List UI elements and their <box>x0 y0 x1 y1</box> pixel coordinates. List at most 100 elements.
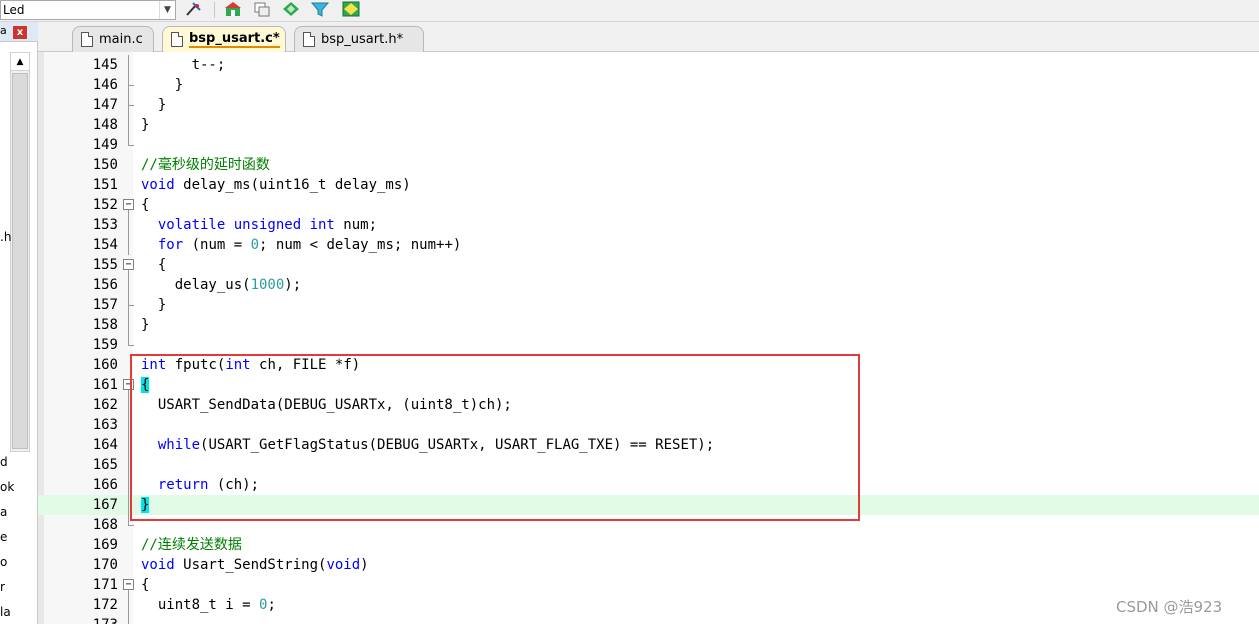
tree-item[interactable]: r <box>0 580 5 594</box>
code-text[interactable]: } <box>141 295 166 315</box>
watermark: CSDN @浩923 <box>1116 598 1223 616</box>
code-editor[interactable]: 145 t--; 146 } 147 } 148} 149 150//毫秒级的延时函数 15… <box>38 52 1259 624</box>
copy-window-icon[interactable] <box>251 0 273 18</box>
tree-item[interactable]: e <box>0 530 7 544</box>
code-line[interactable]: 156 delay_us(1000); <box>38 275 1259 295</box>
code-line[interactable]: 152−{ <box>38 195 1259 215</box>
tree-item[interactable]: ok <box>0 480 14 494</box>
code-text[interactable]: } <box>141 95 166 115</box>
line-number: 158 <box>92 317 118 333</box>
close-icon[interactable]: x <box>13 26 27 39</box>
fold-line-icon <box>123 315 135 335</box>
scroll-up-icon[interactable]: ▲ <box>11 53 29 71</box>
code-text[interactable]: { <box>141 575 149 595</box>
pack-installer-icon[interactable] <box>280 0 302 18</box>
funnel-icon[interactable] <box>309 0 331 18</box>
code-line[interactable]: 172 uint8_t i = 0; <box>38 595 1259 615</box>
line-number: 149 <box>92 137 118 153</box>
code-text[interactable]: t--; <box>141 55 226 75</box>
code-line[interactable]: 157 } <box>38 295 1259 315</box>
code-text[interactable]: //毫秒级的延时函数 <box>141 155 270 175</box>
line-number: 171 <box>92 577 118 593</box>
code-text[interactable]: void Usart_SendString(void) <box>141 555 369 575</box>
fold-line-icon <box>123 595 135 615</box>
code-line[interactable]: 151 void delay_ms(uint16_t delay_ms) <box>38 175 1259 195</box>
code-line[interactable]: 158} <box>38 315 1259 335</box>
tree-item[interactable]: d <box>0 455 8 469</box>
code-line[interactable]: 170 void Usart_SendString(void) <box>38 555 1259 575</box>
line-number: 150 <box>92 157 118 173</box>
line-number: 145 <box>92 57 118 73</box>
chevron-down-icon[interactable]: ▼ <box>159 1 175 19</box>
tree-item[interactable]: .h <box>0 230 11 244</box>
options-wand-icon[interactable] <box>182 0 204 18</box>
code-text[interactable]: volatile unsigned int num; <box>141 215 377 235</box>
code-line[interactable]: 159 <box>38 335 1259 355</box>
code-text[interactable]: } <box>141 75 183 95</box>
code-text[interactable]: for (num = 0; num < delay_ms; num++) <box>141 235 461 255</box>
code-line[interactable]: 153 volatile unsigned int num; <box>38 215 1259 235</box>
tree-item[interactable]: o <box>0 555 7 569</box>
code-token: void <box>141 177 175 193</box>
code-line[interactable]: 149 <box>38 135 1259 155</box>
line-number: 169 <box>92 537 118 553</box>
tree-item[interactable]: la <box>0 605 11 619</box>
code-text[interactable]: //连续发送数据 <box>141 535 242 555</box>
target-select[interactable]: Led ▼ <box>0 0 176 20</box>
code-text[interactable]: { <box>141 195 149 215</box>
line-number: 154 <box>92 237 118 253</box>
manage-project-icon[interactable] <box>222 0 244 18</box>
annotation-highlight-box <box>130 354 860 521</box>
code-text[interactable]: void delay_ms(uint16_t delay_ms) <box>141 175 411 195</box>
fold-line-icon <box>123 95 135 115</box>
diamond-frame-icon[interactable] <box>340 0 362 18</box>
line-number: 170 <box>92 557 118 573</box>
code-line[interactable]: 148} <box>38 115 1259 135</box>
file-icon <box>171 32 183 47</box>
code-token: 1000 <box>250 277 285 293</box>
fold-toggle-icon[interactable]: − <box>123 575 135 595</box>
code-text[interactable]: { <box>141 255 166 275</box>
code-line[interactable]: 147 } <box>38 95 1259 115</box>
tree-item[interactable]: a <box>0 505 7 519</box>
fold-line-icon <box>123 135 135 155</box>
panel-scrollbar[interactable]: ▲ <box>10 52 30 452</box>
code-token: (num = <box>183 237 251 253</box>
code-text[interactable]: uint8_t i = 0; <box>141 595 276 615</box>
code-line[interactable]: 146 } <box>38 75 1259 95</box>
ide-window: Led ▼ a x ▲ .h d ok a e o r la main.c bs… <box>0 0 1259 624</box>
code-area[interactable]: 145 t--; 146 } 147 } 148} 149 150//毫秒级的延时函数 15… <box>38 52 1259 624</box>
code-token: uint8_t i = <box>141 597 260 613</box>
code-token: 0 <box>250 237 260 253</box>
tab-main-c[interactable]: main.c <box>72 26 154 52</box>
tab-bsp-usart-c[interactable]: bsp_usart.c* <box>162 26 286 52</box>
code-text[interactable]: delay_us(1000); <box>141 275 301 295</box>
code-line[interactable]: 173 <box>38 615 1259 624</box>
code-text[interactable]: } <box>141 315 149 335</box>
scrollbar-thumb[interactable] <box>12 73 28 449</box>
code-token: } <box>141 317 150 333</box>
project-panel-header: a x <box>0 22 38 42</box>
code-line[interactable]: 145 t--; <box>38 55 1259 75</box>
code-token: //连续发送数据 <box>141 537 242 553</box>
code-text[interactable]: } <box>141 115 149 135</box>
editor-tab-bar: main.c bsp_usart.c* bsp_usart.h* <box>38 22 1259 52</box>
code-line[interactable]: 154 for (num = 0; num < delay_ms; num++) <box>38 235 1259 255</box>
code-line[interactable]: 171−{ <box>38 575 1259 595</box>
fold-toggle-icon[interactable]: − <box>123 255 135 275</box>
code-line[interactable]: 169 //连续发送数据 <box>38 535 1259 555</box>
code-token: Usart_SendString( <box>174 557 327 573</box>
file-icon <box>303 32 315 47</box>
code-line[interactable]: 155− { <box>38 255 1259 275</box>
tab-bsp-usart-h[interactable]: bsp_usart.h* <box>294 26 424 52</box>
tab-label: main.c <box>99 32 143 47</box>
fold-line-icon <box>123 235 135 255</box>
code-token: num; <box>334 217 378 233</box>
code-token: { <box>141 197 150 213</box>
code-token: ; num < delay_ms; num++) <box>259 237 462 253</box>
fold-line-icon <box>123 335 135 355</box>
code-line[interactable]: 150 //毫秒级的延时函数 <box>38 155 1259 175</box>
file-icon <box>81 32 93 47</box>
fold-toggle-icon[interactable]: − <box>123 195 135 215</box>
